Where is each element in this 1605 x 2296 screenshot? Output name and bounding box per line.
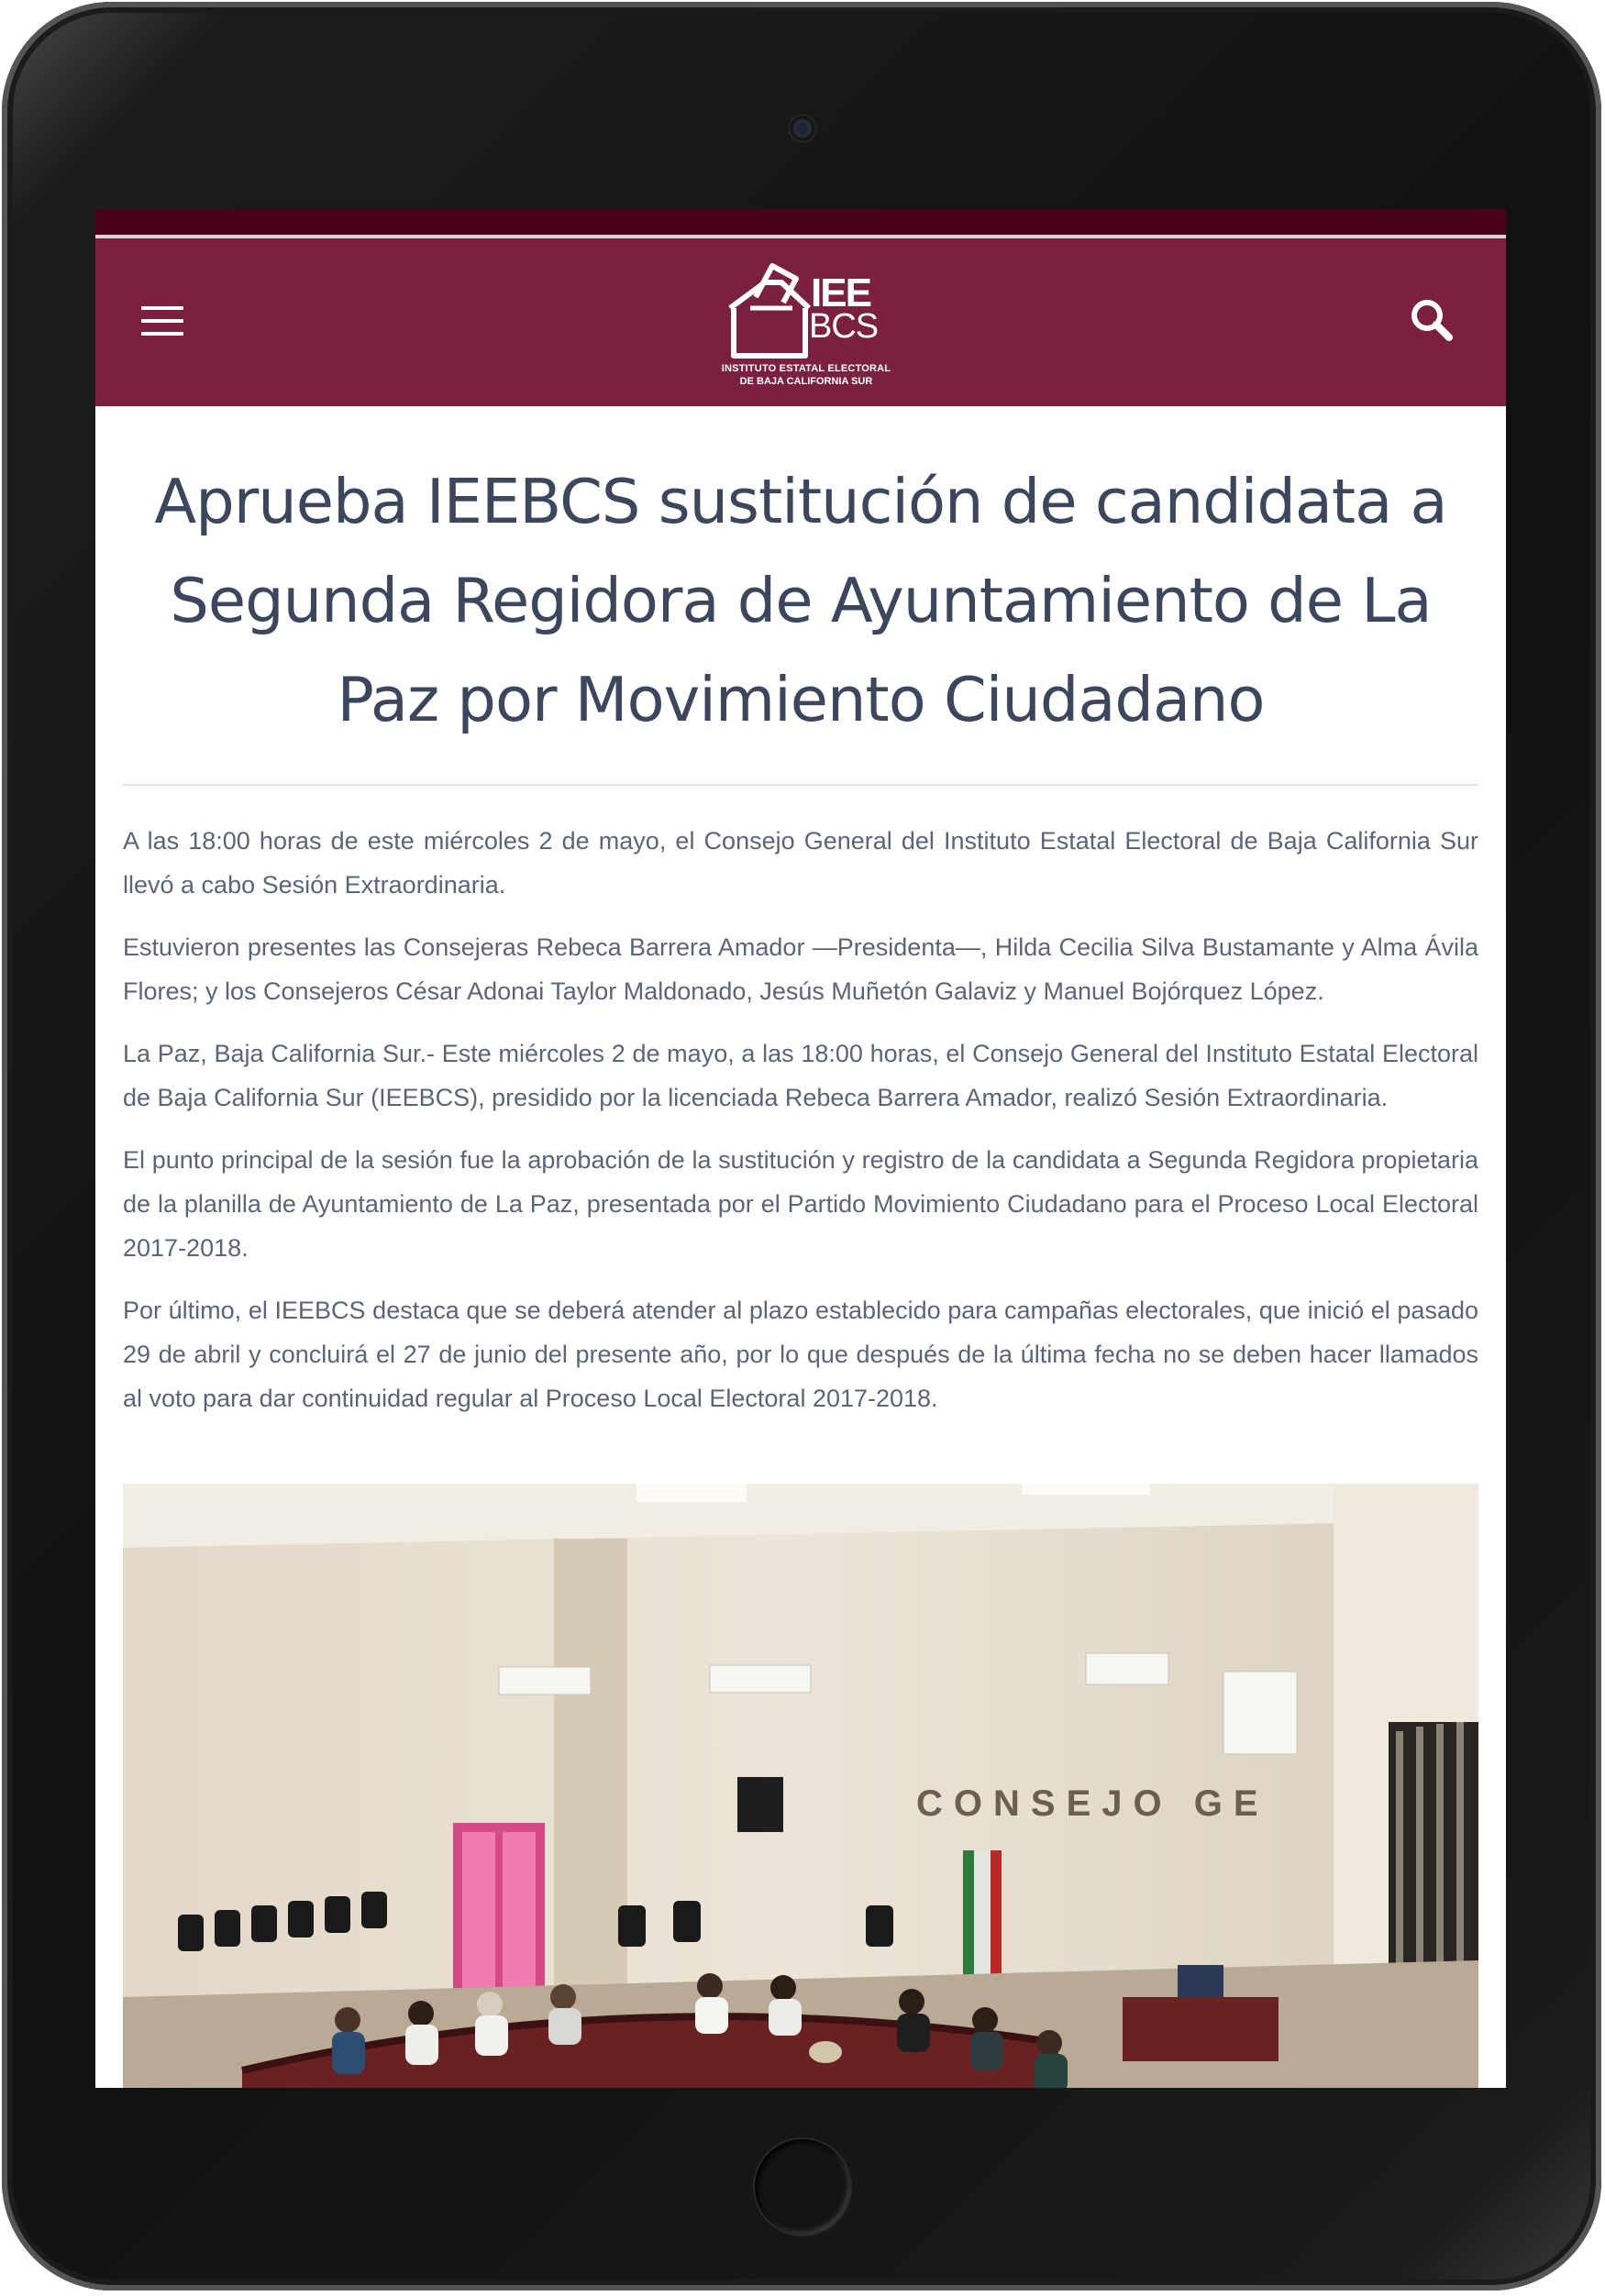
hamburger-menu-icon[interactable]	[141, 304, 183, 337]
article: Aprueba IEEBCS sustitución de candidata …	[123, 406, 1478, 1439]
search-icon[interactable]	[1407, 295, 1458, 347]
article-paragraph: Estuvieron presentes las Consejeras Rebe…	[123, 933, 1478, 1005]
article-paragraph: A las 18:00 horas de este miércoles 2 de…	[123, 827, 1478, 899]
article-body: A las 18:00 horas de este miércoles 2 de…	[123, 819, 1478, 1420]
article-paragraph: Por último, el IEEBCS destaca que se deb…	[123, 1297, 1478, 1412]
article-paragraph: La Paz, Baja California Sur.- Este miérc…	[123, 1040, 1478, 1111]
title-divider	[123, 784, 1478, 786]
article-title: Aprueba IEEBCS sustitución de candidata …	[154, 466, 1447, 735]
ballot-box-icon	[728, 263, 811, 359]
site-header: IEE BCS INSTITUTO ESTATAL ELECTORAL DE B…	[95, 238, 1506, 406]
home-button[interactable]	[755, 2139, 850, 2235]
article-paragraph: El punto principal de la sesión fue la a…	[123, 1146, 1478, 1262]
wall-lettering: CONSEJO GE	[916, 1783, 1269, 1824]
ieebcs-logo[interactable]: IEE BCS INSTITUTO ESTATAL ELECTORAL DE B…	[719, 255, 893, 392]
session-photo: CONSEJO GE	[123, 1484, 1478, 2088]
tablet-screen: IEE BCS INSTITUTO ESTATAL ELECTORAL DE B…	[95, 209, 1506, 2088]
device-frame: IEE BCS INSTITUTO ESTATAL ELECTORAL DE B…	[0, 0, 1605, 2296]
logo-wordmark-sub: BCS	[809, 307, 879, 346]
top-accent-bar	[95, 209, 1506, 238]
session-photo-illustration: CONSEJO GE	[123, 1484, 1478, 2088]
logo-caption-line-2: DE BAJA CALIFORNIA SUR	[739, 376, 873, 387]
logo-caption-line-1: INSTITUTO ESTATAL ELECTORAL	[721, 363, 891, 374]
front-camera	[791, 116, 814, 140]
